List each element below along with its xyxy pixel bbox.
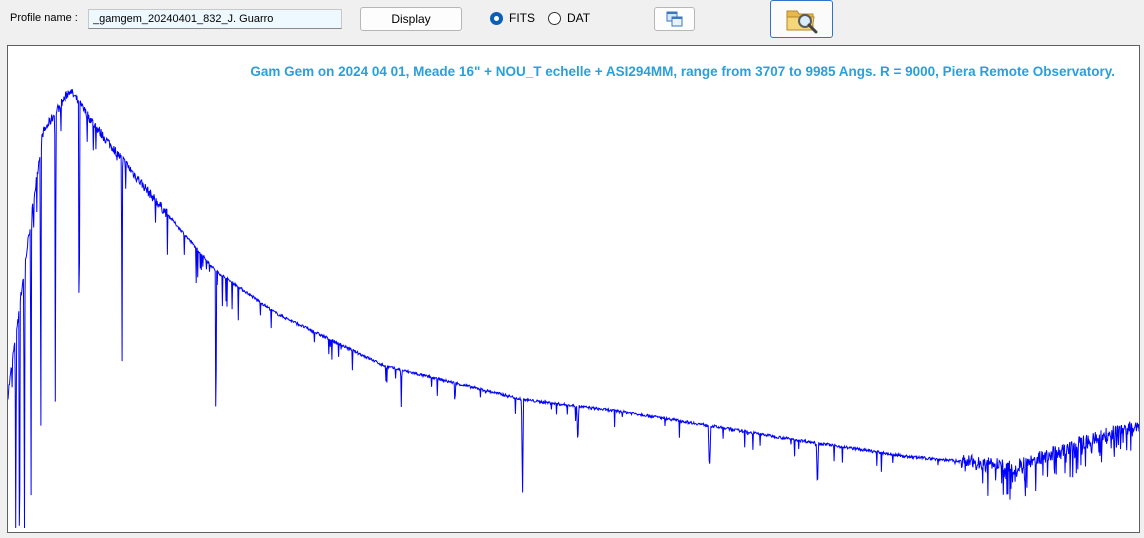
radio-fits-label: FITS (509, 11, 535, 25)
radio-dat[interactable]: DAT (548, 11, 590, 25)
profile-name-input[interactable] (88, 9, 342, 29)
radio-dat-label: DAT (567, 11, 591, 25)
open-file-button[interactable] (770, 0, 833, 38)
folder-search-icon (786, 10, 817, 34)
radio-fits-indicator[interactable] (490, 11, 503, 25)
spectrum-plot[interactable]: Gam Gem on 2024 04 01, Meade 16" + NOU_T… (7, 45, 1140, 533)
chart-title: Gam Gem on 2024 04 01, Meade 16" + NOU_T… (250, 64, 1115, 79)
profile-name-label: Profile name : (10, 12, 78, 24)
spectrum-chart (8, 89, 1139, 529)
spectrum-series-line (8, 89, 1139, 529)
copy-button[interactable] (654, 7, 695, 31)
copy-windows-icon (666, 11, 682, 27)
display-button[interactable]: Display (360, 7, 462, 31)
toolbar: Profile name : Display FITS DAT (0, 0, 1144, 44)
radio-dat-indicator[interactable] (548, 11, 561, 25)
radio-fits[interactable]: FITS (490, 11, 535, 25)
